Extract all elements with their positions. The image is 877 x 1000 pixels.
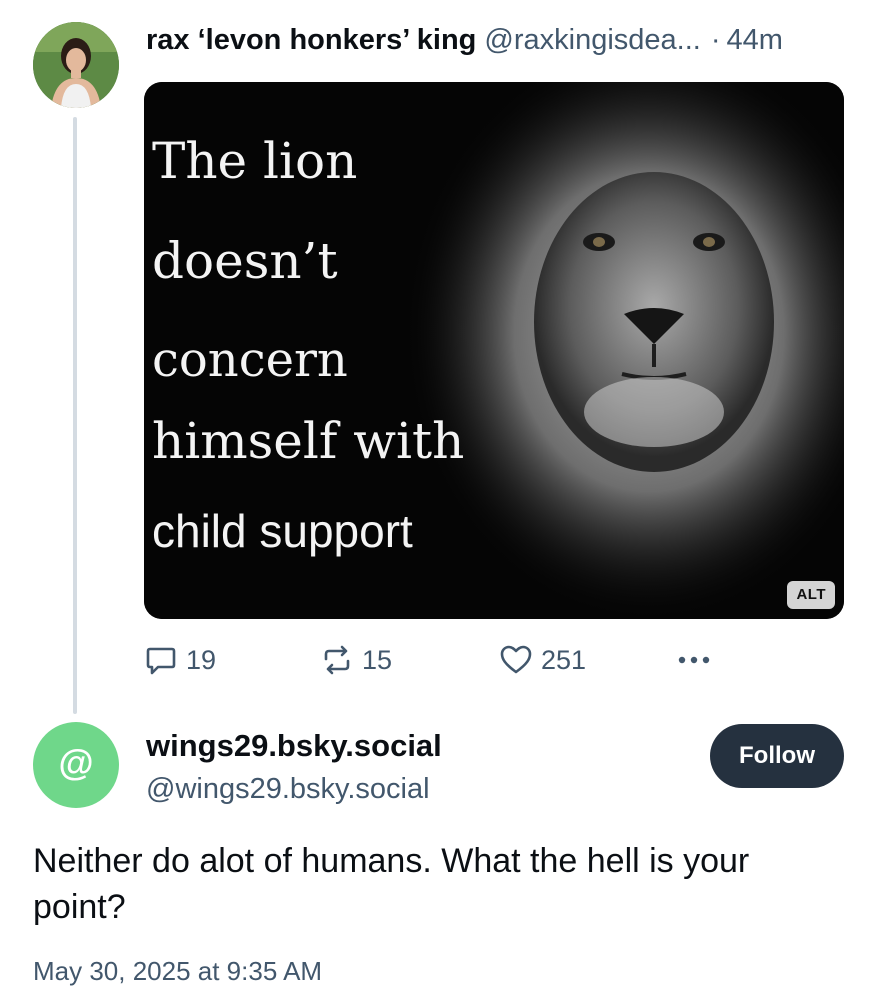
reply-author-handle[interactable]: @wings29.bsky.social [146,771,430,807]
at-sign-icon: @ [58,742,93,783]
author-handle[interactable]: @raxkingisdea... [484,24,700,56]
reply-icon [146,647,176,675]
avatar-symbol: @ [58,742,93,783]
separator-dot: · [710,24,721,56]
meme-text-line: The lion [152,132,358,190]
post-time[interactable]: 44m [727,24,783,56]
repost-button[interactable]: 15 [320,640,392,680]
more-icon [678,656,710,664]
heart-icon [500,645,532,674]
reply-post-text: Neither do alot of humans. What the hell… [33,842,750,926]
alt-text-badge[interactable]: ALT [787,581,835,609]
reply-count: 19 [186,644,217,675]
avatar-photo [33,22,119,108]
like-count: 251 [541,644,587,675]
parent-post: rax ‘levon honkers’ king @raxkingisdea...… [0,0,877,714]
repost-icon [324,645,350,675]
reply-button[interactable]: 19 [144,640,216,680]
post-actions: 19 15 251 [144,640,844,680]
reply-avatar[interactable]: @ [33,722,119,808]
more-options-button[interactable] [674,640,722,680]
follow-button[interactable]: Follow [710,724,844,788]
post-header: rax ‘levon honkers’ king @raxkingisdea...… [146,22,783,58]
meme-text-line: himself with [152,412,465,470]
post-timestamp: May 30, 2025 at 9:35 AM [33,956,323,986]
meme-text-line: doesn’t [152,232,338,290]
author-display-name[interactable]: rax ‘levon honkers’ king [146,24,476,56]
avatar[interactable] [33,22,119,108]
reply-author-display-name[interactable]: wings29.bsky.social [146,727,442,765]
like-button[interactable]: 251 [499,640,586,680]
post-image[interactable]: The lion doesn’t concern himself with ch… [144,82,844,619]
meme-text-line: concern [152,332,348,388]
meme-text-line: child support [152,505,413,557]
repost-count: 15 [362,644,393,675]
thread-line [73,117,77,714]
